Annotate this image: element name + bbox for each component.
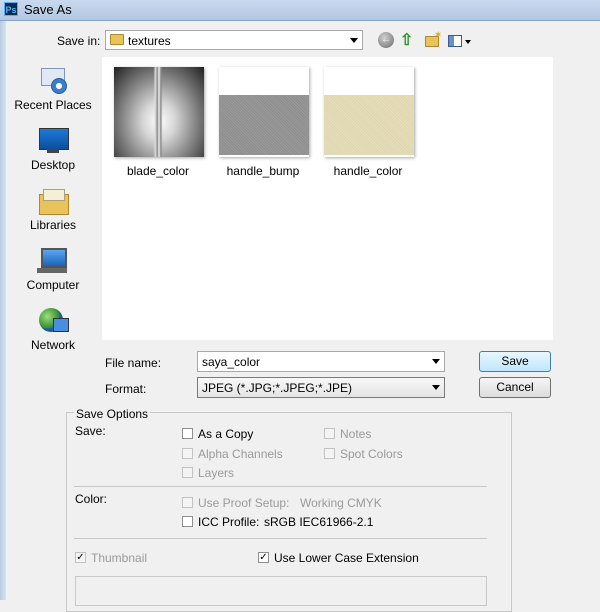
chevron-down-icon[interactable]	[432, 359, 440, 364]
save-in-value: textures	[128, 34, 171, 48]
place-desktop[interactable]: Desktop	[10, 122, 96, 178]
place-computer[interactable]: Computer	[10, 242, 96, 298]
file-thumbnail	[114, 67, 204, 157]
checkbox-label: Use Lower Case Extension	[274, 551, 419, 565]
window-frame-left	[0, 21, 6, 600]
file-item-blade-color[interactable]: blade_color	[106, 65, 210, 178]
format-value: JPEG (*.JPG;*.JPEG;*.JPE)	[202, 381, 353, 395]
file-name-label: handle_color	[333, 164, 403, 178]
checkbox-label: As a Copy	[198, 427, 254, 441]
file-name-label: blade_color	[126, 164, 190, 178]
checkbox-label: Use Proof Setup:	[198, 496, 290, 510]
checkbox-label: Notes	[340, 427, 372, 441]
chevron-down-icon	[465, 40, 471, 44]
save-label: Save:	[75, 424, 106, 438]
chevron-down-icon	[350, 38, 358, 43]
folder-icon	[110, 34, 124, 45]
checkbox-box[interactable]	[324, 428, 335, 439]
format-label: Format:	[105, 382, 147, 396]
view-menu-button[interactable]	[448, 32, 474, 50]
place-libraries[interactable]: Libraries	[10, 182, 96, 238]
back-button[interactable]: ←	[378, 32, 396, 50]
file-name-label: File name:	[105, 356, 162, 370]
checkbox-box[interactable]	[182, 467, 193, 478]
proof-setup-value: Working CMYK	[300, 496, 382, 510]
format-dropdown[interactable]: JPEG (*.JPG;*.JPEG;*.JPE)	[197, 377, 445, 398]
file-name-label: handle_bump	[226, 164, 300, 178]
checkbox-label: Alpha Channels	[198, 447, 283, 461]
back-arrow-icon: ←	[378, 32, 394, 48]
recent-places-icon	[37, 66, 69, 94]
checkbox-box[interactable]	[182, 516, 193, 527]
save-options-title: Save Options	[74, 407, 151, 421]
cancel-button[interactable]: Cancel	[479, 377, 551, 398]
file-item-handle-color[interactable]: handle_color	[316, 65, 420, 178]
chevron-down-icon	[432, 385, 440, 390]
title-bar: Ps Save As	[0, 0, 600, 21]
place-network[interactable]: Network	[10, 302, 96, 358]
checkbox-box[interactable]	[182, 428, 193, 439]
place-label: Recent Places	[14, 98, 92, 112]
checkbox-box[interactable]	[324, 448, 335, 459]
color-label: Color:	[75, 492, 108, 506]
file-list-pane[interactable]: blade_color handle_bump handle_color	[102, 57, 553, 340]
file-name-input[interactable]	[200, 354, 422, 369]
checkbox-label: Layers	[198, 466, 235, 480]
options-separator	[74, 486, 487, 487]
checkbox-box[interactable]	[182, 448, 193, 459]
desktop-icon	[37, 126, 69, 154]
up-one-level-button[interactable]: ⇧	[400, 32, 418, 50]
checkbox-label: ICC Profile:	[198, 515, 260, 529]
photoshop-app-icon: Ps	[4, 2, 18, 16]
place-label: Computer	[26, 278, 80, 292]
view-menu-icon	[448, 35, 462, 47]
window-title: Save As	[24, 2, 72, 17]
icc-profile-value: sRGB IEC61966-2.1	[264, 515, 374, 529]
file-thumbnail	[219, 67, 309, 157]
file-name-combo[interactable]	[197, 351, 445, 372]
computer-icon	[37, 246, 69, 274]
checkbox-box[interactable]: ✓	[258, 552, 269, 563]
place-recent-places[interactable]: Recent Places	[10, 62, 96, 118]
options-separator	[74, 538, 487, 539]
save-button[interactable]: Save	[479, 351, 551, 372]
sparkle-icon: ✶	[434, 30, 443, 41]
file-thumbnail	[324, 67, 414, 157]
libraries-icon	[37, 186, 69, 215]
file-item-handle-bump[interactable]: handle_bump	[211, 65, 315, 178]
save-in-label: Save in:	[57, 34, 101, 48]
save-in-dropdown[interactable]: textures	[105, 30, 363, 50]
up-folder-icon: ⇧	[400, 32, 414, 49]
options-bottom-panel	[75, 576, 487, 606]
network-icon	[37, 306, 69, 334]
place-label: Network	[30, 338, 75, 352]
checkbox-box[interactable]: ✓	[75, 552, 86, 563]
place-label: Libraries	[29, 218, 77, 232]
checkbox-box[interactable]	[182, 497, 193, 508]
place-label: Desktop	[30, 158, 76, 172]
checkbox-label: Spot Colors	[340, 447, 403, 461]
checkbox-label: Thumbnail	[91, 551, 148, 565]
new-folder-button[interactable]: ✶	[424, 30, 443, 50]
